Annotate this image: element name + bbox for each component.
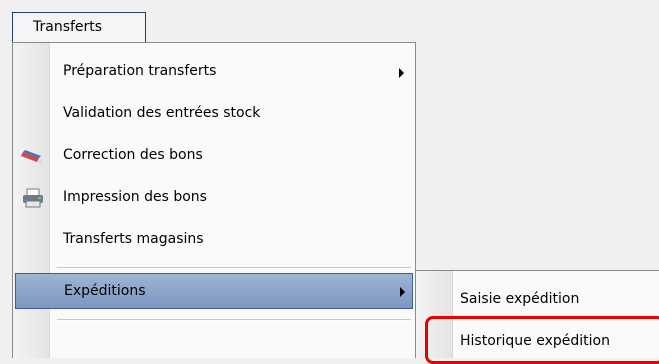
menu-item-transferts-magasins[interactable]: Transferts magasins	[15, 221, 413, 259]
submenu-arrow-icon	[400, 287, 405, 297]
submenu-item-historique-expedition[interactable]: Historique expédition	[418, 323, 658, 361]
submenu-item-label: Saisie expédition	[460, 291, 580, 307]
menu-item-label: Correction des bons	[63, 147, 203, 163]
menu-item-label: Validation des entrées stock	[63, 105, 261, 121]
expeditions-submenu: Saisie expédition Historique expédition	[415, 270, 659, 358]
menu-transferts-label: Transferts	[33, 19, 103, 35]
menu-separator	[57, 319, 411, 321]
menu-item-impression-bons[interactable]: Impression des bons	[15, 179, 413, 217]
menu-item-validation-entrees-stock[interactable]: Validation des entrées stock	[15, 95, 413, 133]
menu-item-preparation-transferts[interactable]: Préparation transferts	[15, 53, 413, 91]
printer-icon	[21, 188, 45, 208]
transferts-dropdown-menu: Préparation transferts Validation des en…	[12, 42, 416, 358]
pen-eraser-icon	[21, 146, 45, 166]
menu-separator	[57, 267, 411, 269]
menu-item-label: Transferts magasins	[63, 231, 204, 247]
menu-transferts[interactable]: Transferts	[12, 12, 146, 42]
submenu-item-saisie-expedition[interactable]: Saisie expédition	[418, 281, 658, 319]
submenu-item-label: Historique expédition	[460, 333, 610, 349]
menu-item-label: Impression des bons	[63, 189, 207, 205]
menu-item-correction-bons[interactable]: Correction des bons	[15, 137, 413, 175]
submenu-arrow-icon	[399, 68, 404, 78]
menu-item-label: Préparation transferts	[63, 63, 217, 79]
menu-item-expeditions[interactable]: Expéditions	[15, 273, 413, 309]
menu-bar: Transferts	[0, 0, 659, 44]
menu-item-label: Expéditions	[64, 283, 146, 299]
